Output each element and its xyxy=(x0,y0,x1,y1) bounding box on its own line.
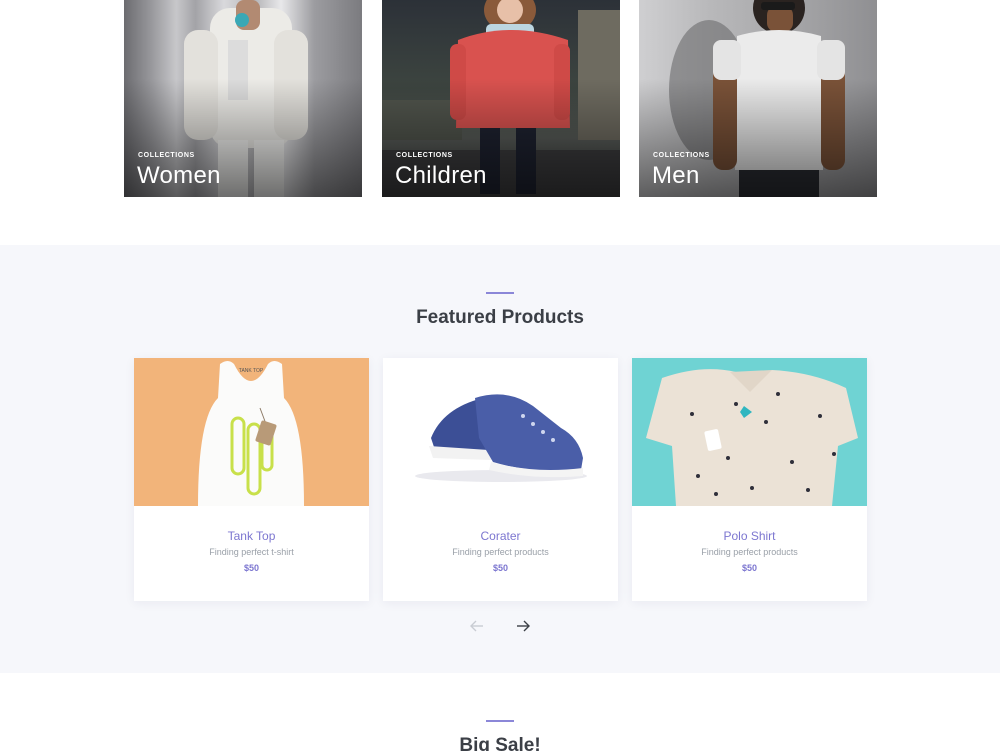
polo-shirt-image[interactable] xyxy=(632,358,867,506)
collection-card-men[interactable]: COLLECTIONS Men xyxy=(639,0,877,197)
polo-shirt-illustration xyxy=(646,369,858,506)
tank-top-illustration: TANK TOP xyxy=(198,361,304,506)
section-accent-line xyxy=(486,720,514,722)
tank-top-image[interactable]: TANK TOP xyxy=(134,358,369,506)
featured-products-section: Featured Products TANK TOP Tank Top Find… xyxy=(0,245,1000,673)
tank-tag-label: TANK TOP xyxy=(239,368,264,374)
product-name[interactable]: Corater xyxy=(383,529,618,543)
product-card[interactable]: Corater Finding perfect products $50 xyxy=(383,358,618,601)
section-title: Featured Products xyxy=(416,307,584,328)
collection-eyebrow: COLLECTIONS xyxy=(396,152,453,159)
collection-card-women[interactable]: COLLECTIONS Women xyxy=(124,0,362,197)
product-price: $50 xyxy=(243,563,260,573)
collection-name: Women xyxy=(137,162,221,189)
arrow-right-glyph xyxy=(517,620,530,632)
arrow-left-icon[interactable] xyxy=(467,616,487,636)
page: COLLECTIONS Women COLLECTIONS Children C… xyxy=(0,0,1000,751)
product-name[interactable]: Tank Top xyxy=(134,529,369,543)
product-subtitle: Finding perfect products xyxy=(701,547,798,557)
product-price: $50 xyxy=(492,563,509,573)
collections-section: COLLECTIONS Women COLLECTIONS Children C… xyxy=(0,0,1000,245)
section-title: Big Sale! xyxy=(459,735,541,751)
collection-eyebrow: COLLECTIONS xyxy=(138,152,195,159)
section-accent-line xyxy=(486,292,514,294)
big-sale-section: Big Sale! xyxy=(0,673,1000,751)
collection-eyebrow: COLLECTIONS xyxy=(653,152,710,159)
product-price: $50 xyxy=(741,563,758,573)
arrow-right-icon[interactable] xyxy=(513,616,533,636)
product-card[interactable]: Polo Shirt Finding perfect products $50 xyxy=(632,358,867,601)
arrow-left-glyph xyxy=(470,620,483,632)
collection-card-children[interactable]: COLLECTIONS Children xyxy=(382,0,620,197)
product-name[interactable]: Polo Shirt xyxy=(632,529,867,543)
sneaker-image[interactable] xyxy=(383,358,618,506)
sneaker-illustration xyxy=(415,394,587,482)
product-card[interactable]: TANK TOP Tank Top Finding perfect t-shir… xyxy=(134,358,369,601)
product-subtitle: Finding perfect t-shirt xyxy=(209,547,294,557)
collection-name: Children xyxy=(395,162,487,189)
collection-name: Men xyxy=(652,162,700,189)
product-subtitle: Finding perfect products xyxy=(452,547,549,557)
